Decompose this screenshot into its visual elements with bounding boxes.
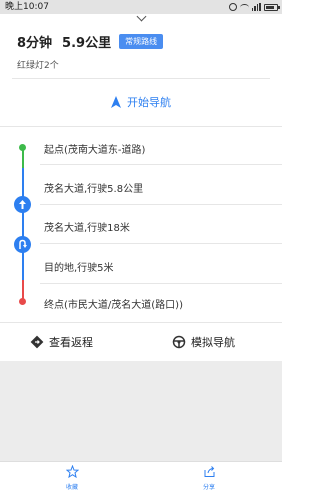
start-navigation-button[interactable]: 开始导航 bbox=[109, 94, 171, 110]
divider bbox=[12, 78, 270, 79]
empty-panel-area bbox=[0, 361, 282, 461]
start-navigation-label: 开始导航 bbox=[127, 96, 171, 109]
route-step-start[interactable]: 起点(茂南大道东-道路) bbox=[44, 141, 145, 156]
route-tag-badge: 常规路线 bbox=[119, 33, 164, 49]
route-step[interactable]: 目的地,行驶5米 bbox=[44, 259, 114, 274]
end-point-dot bbox=[19, 298, 26, 305]
navigation-arrow-icon bbox=[111, 96, 121, 108]
view-return-route-button[interactable]: 查看返程 bbox=[30, 334, 93, 350]
favorite-tab-label: 收藏 bbox=[65, 484, 78, 491]
share-icon bbox=[204, 466, 214, 477]
simulate-navigation-label: 模拟导航 bbox=[191, 336, 235, 349]
route-step[interactable]: 茂名大道,行驶5.8公里 bbox=[44, 180, 143, 195]
bottom-tab-bar bbox=[0, 461, 282, 500]
divider bbox=[40, 243, 282, 244]
route-step[interactable]: 茂名大道,行驶18米 bbox=[44, 219, 130, 234]
alarm-icon bbox=[228, 3, 237, 11]
share-tab[interactable]: 分享 bbox=[189, 465, 229, 491]
steering-wheel-icon bbox=[172, 335, 186, 349]
return-route-icon bbox=[30, 335, 44, 349]
star-icon bbox=[65, 465, 79, 478]
divider bbox=[0, 322, 282, 323]
simulate-navigation-button[interactable]: 模拟导航 bbox=[172, 334, 235, 350]
route-step-end[interactable]: 终点(市民大道/茂名大道(路口)) bbox=[44, 296, 183, 311]
divider bbox=[40, 204, 282, 205]
collapse-chevron-icon[interactable] bbox=[133, 14, 149, 24]
status-time: 晚上10:07 bbox=[5, 2, 49, 12]
battery-icon bbox=[264, 3, 280, 11]
route-duration: 8分钟 bbox=[17, 35, 53, 51]
route-summary: 8分钟 5.9公里 常规路线 bbox=[17, 32, 164, 51]
status-icons bbox=[228, 0, 280, 14]
share-tab-label: 分享 bbox=[202, 484, 215, 491]
straight-arrow-icon bbox=[14, 196, 31, 213]
divider bbox=[40, 283, 282, 284]
u-turn-icon bbox=[14, 236, 31, 253]
start-point-dot bbox=[19, 144, 26, 151]
wifi-icon bbox=[239, 3, 249, 11]
signal-icon bbox=[251, 3, 261, 11]
view-return-route-label: 查看返程 bbox=[49, 336, 93, 349]
divider bbox=[40, 164, 282, 165]
route-start-segment bbox=[21, 148, 24, 168]
traffic-lights-count: 红绿灯2个 bbox=[17, 61, 59, 71]
route-distance: 5.9公里 bbox=[62, 35, 112, 51]
favorite-tab[interactable]: 收藏 bbox=[52, 465, 92, 491]
divider bbox=[0, 126, 282, 127]
